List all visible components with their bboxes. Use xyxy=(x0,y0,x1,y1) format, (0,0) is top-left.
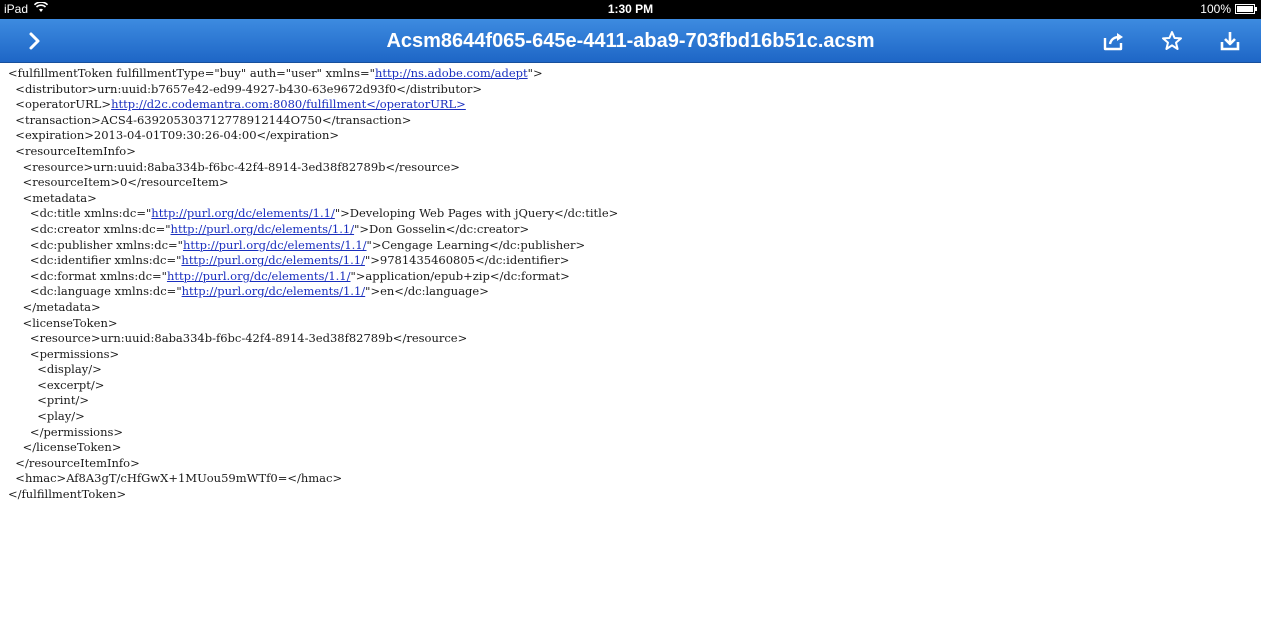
code-line: <licenseToken> xyxy=(8,316,1261,332)
xml-document: <fulfillmentToken fulfillmentType="buy" … xyxy=(0,63,1261,503)
xml-text: ">Developing Web Pages with jQuery</dc:t… xyxy=(334,206,619,221)
xml-text: <metadata> xyxy=(8,190,97,205)
code-line: <excerpt/> xyxy=(8,378,1261,394)
xml-text: <permissions> xyxy=(8,346,120,361)
code-line: <expiration>2013-04-01T09:30:26-04:00</e… xyxy=(8,128,1261,144)
xml-text: <resource>urn:uuid:8aba334b-f6bc-42f4-89… xyxy=(8,159,460,174)
share-button[interactable] xyxy=(1101,28,1127,54)
xml-text: <distributor>urn:uuid:b7657e42-ed99-4927… xyxy=(8,81,482,96)
xml-text: </fulfillmentToken> xyxy=(8,487,127,502)
code-line: <resourceItemInfo> xyxy=(8,144,1261,160)
code-line: <resourceItem>0</resourceItem> xyxy=(8,175,1261,191)
nav-actions xyxy=(1101,28,1243,54)
xml-text: <print/> xyxy=(8,393,89,408)
code-line: <operatorURL>http://d2c.codemantra.com:8… xyxy=(8,97,1261,113)
xml-text: <dc:title xmlns:dc=" xyxy=(8,206,152,221)
code-line: <distributor>urn:uuid:b7657e42-ed99-4927… xyxy=(8,82,1261,98)
xml-link[interactable]: http://purl.org/dc/elements/1.1/ xyxy=(181,253,365,267)
code-line: <resource>urn:uuid:8aba334b-f6bc-42f4-89… xyxy=(8,331,1261,347)
code-line: <print/> xyxy=(8,393,1261,409)
xml-text: "> xyxy=(527,66,543,80)
star-icon xyxy=(1162,31,1182,50)
xml-text: ">en</dc:language> xyxy=(365,284,489,299)
xml-link[interactable]: http://purl.org/dc/elements/1.1/ xyxy=(151,206,335,220)
code-line: <dc:format xmlns:dc="http://purl.org/dc/… xyxy=(8,269,1261,285)
xml-text: </permissions> xyxy=(8,424,124,439)
status-time: 1:30 PM xyxy=(607,2,654,16)
xml-text: <licenseToken> xyxy=(8,315,118,330)
code-line: </resourceItemInfo> xyxy=(8,456,1261,472)
code-line: <hmac>Af8A3gT/cHfGwX+1MUou59mWTf0=</hmac… xyxy=(8,471,1261,487)
code-line: </licenseToken> xyxy=(8,440,1261,456)
share-icon xyxy=(1103,33,1123,51)
xml-text: <dc:identifier xmlns:dc=" xyxy=(8,253,182,268)
download-button[interactable] xyxy=(1217,28,1243,54)
status-left: iPad xyxy=(4,1,49,16)
code-line: <dc:publisher xmlns:dc="http://purl.org/… xyxy=(8,238,1261,254)
xml-text: <resource>urn:uuid:8aba334b-f6bc-42f4-89… xyxy=(8,331,468,346)
xml-text: ">9781435460805</dc:identifier> xyxy=(364,253,570,268)
device-label: iPad xyxy=(4,2,29,16)
xml-link[interactable]: http://ns.adobe.com/adept xyxy=(375,66,528,80)
status-bar: iPad 1:30 PM 100% xyxy=(0,0,1261,19)
download-icon xyxy=(1220,32,1240,51)
xml-text: </licenseToken> xyxy=(8,440,122,455)
xml-text: ">Cengage Learning</dc:publisher> xyxy=(366,237,586,252)
nav-bar: Acsm8644f065-645e-4411-aba9-703fbd16b51c… xyxy=(0,19,1261,63)
xml-text: ">Don Gosselin</dc:creator> xyxy=(354,221,530,236)
xml-link[interactable]: http://purl.org/dc/elements/1.1/ xyxy=(171,222,355,236)
xml-link[interactable]: http://purl.org/dc/elements/1.1/ xyxy=(167,269,351,283)
wifi-icon xyxy=(33,1,49,16)
xml-text: <fulfillmentToken fulfillmentType="buy" … xyxy=(8,66,375,80)
xml-text: <transaction>ACS4-639205303712778912144O… xyxy=(8,112,412,127)
code-line: <dc:title xmlns:dc="http://purl.org/dc/e… xyxy=(8,206,1261,222)
code-line: <transaction>ACS4-639205303712778912144O… xyxy=(8,113,1261,129)
code-line: <display/> xyxy=(8,362,1261,378)
code-line: <metadata> xyxy=(8,191,1261,207)
xml-text: <excerpt/> xyxy=(8,377,105,392)
xml-text: <display/> xyxy=(8,362,102,377)
status-right: 100% xyxy=(1200,2,1257,16)
xml-text: <dc:creator xmlns:dc=" xyxy=(8,221,171,236)
battery-percent: 100% xyxy=(1200,2,1231,16)
code-line: </metadata> xyxy=(8,300,1261,316)
xml-text: ">application/epub+zip</dc:format> xyxy=(350,268,570,283)
code-line: <play/> xyxy=(8,409,1261,425)
code-line: <dc:identifier xmlns:dc="http://purl.org… xyxy=(8,253,1261,269)
xml-text: </resourceItemInfo> xyxy=(8,455,140,470)
bookmark-button[interactable] xyxy=(1159,28,1185,54)
xml-link[interactable]: http://purl.org/dc/elements/1.1/ xyxy=(182,284,366,298)
xml-text: <operatorURL> xyxy=(8,97,112,112)
code-line: <dc:creator xmlns:dc="http://purl.org/dc… xyxy=(8,222,1261,238)
code-line: <dc:language xmlns:dc="http://purl.org/d… xyxy=(8,284,1261,300)
xml-text: <play/> xyxy=(8,409,85,424)
xml-text: </metadata> xyxy=(8,299,101,314)
code-line: </permissions> xyxy=(8,425,1261,441)
xml-text: <dc:publisher xmlns:dc=" xyxy=(8,237,183,252)
xml-text: <dc:language xmlns:dc=" xyxy=(8,284,182,299)
code-line: </fulfillmentToken> xyxy=(8,487,1261,503)
code-line: <permissions> xyxy=(8,347,1261,363)
xml-link[interactable]: http://purl.org/dc/elements/1.1/ xyxy=(183,238,367,252)
battery-icon xyxy=(1235,4,1257,14)
xml-text: <expiration>2013-04-01T09:30:26-04:00</e… xyxy=(8,128,340,143)
xml-link[interactable]: http://d2c.codemantra.com:8080/fulfillme… xyxy=(111,97,466,111)
code-line: <fulfillmentToken fulfillmentType="buy" … xyxy=(8,66,1261,82)
xml-text: <resourceItem>0</resourceItem> xyxy=(8,175,229,190)
xml-text: <hmac>Af8A3gT/cHfGwX+1MUou59mWTf0=</hmac… xyxy=(8,471,343,486)
page-title: Acsm8644f065-645e-4411-aba9-703fbd16b51c… xyxy=(386,30,875,52)
code-line: <resource>urn:uuid:8aba334b-f6bc-42f4-89… xyxy=(8,160,1261,176)
xml-text: <resourceItemInfo> xyxy=(8,143,136,158)
xml-text: <dc:format xmlns:dc=" xyxy=(8,268,167,283)
